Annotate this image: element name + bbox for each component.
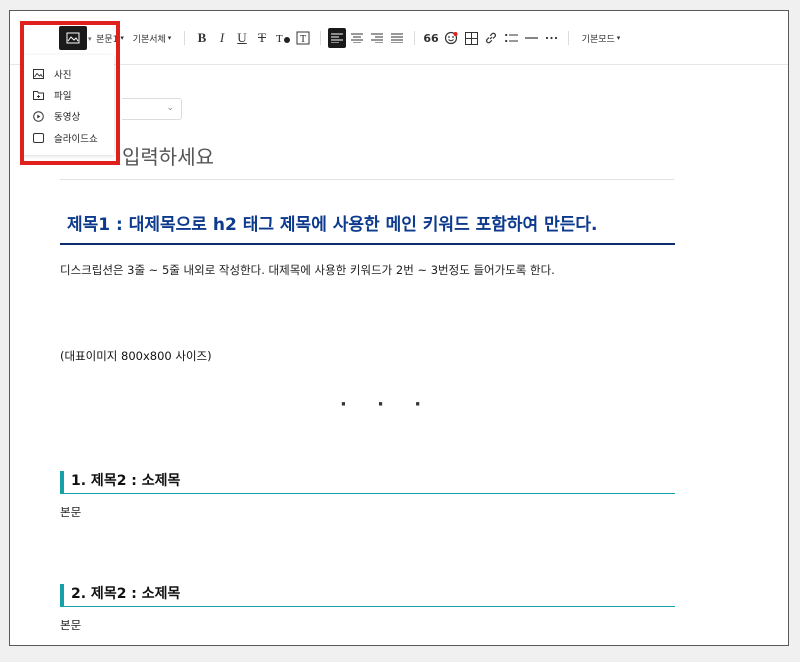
sticker-button[interactable] bbox=[442, 28, 460, 48]
text-color-icon: T bbox=[276, 33, 290, 45]
paragraph-style-label: 본문1 bbox=[96, 34, 119, 45]
link-icon bbox=[486, 32, 496, 44]
chevron-down-icon: ▾ bbox=[167, 34, 172, 42]
font-select[interactable]: 기본서체 ▾ bbox=[128, 28, 176, 48]
align-center-button[interactable] bbox=[348, 28, 366, 48]
insert-image-button[interactable] bbox=[59, 26, 87, 50]
align-right-icon bbox=[371, 33, 383, 43]
mode-label: 기본모드 bbox=[581, 34, 615, 45]
file-icon bbox=[32, 89, 44, 101]
chevron-down-icon[interactable]: ▾ bbox=[88, 35, 92, 43]
align-left-button[interactable] bbox=[328, 28, 346, 48]
menu-item-photo[interactable]: 사진 bbox=[32, 66, 71, 82]
text-color-button[interactable]: T bbox=[274, 28, 292, 48]
bold-button[interactable]: B bbox=[194, 28, 210, 48]
section-body[interactable]: 본문 bbox=[60, 617, 81, 633]
italic-button[interactable]: I bbox=[214, 28, 230, 48]
align-right-button[interactable] bbox=[368, 28, 386, 48]
menu-item-label: 슬라이드쇼 bbox=[54, 134, 98, 145]
menu-item-file[interactable]: 파일 bbox=[32, 87, 71, 103]
title-divider bbox=[60, 179, 674, 180]
more-button[interactable] bbox=[542, 28, 560, 48]
representative-image-note[interactable]: (대표이미지 800x800 사이즈) bbox=[60, 348, 212, 364]
menu-item-label: 동영상 bbox=[54, 112, 81, 123]
h3-heading[interactable]: 1. 제목2 : 소제목 bbox=[60, 471, 675, 494]
chevron-down-icon: ▾ bbox=[616, 34, 621, 42]
align-justify-icon bbox=[391, 33, 403, 43]
menu-item-label: 사진 bbox=[54, 70, 72, 81]
svg-text:T: T bbox=[300, 34, 306, 45]
table-button[interactable] bbox=[462, 28, 480, 48]
chevron-down-icon: ⌄ bbox=[166, 103, 174, 113]
bullet-list-icon bbox=[504, 33, 518, 43]
text-background-icon: T bbox=[296, 31, 310, 45]
menu-item-label: 파일 bbox=[54, 91, 72, 102]
menu-item-slideshow[interactable]: 슬라이드쇼 bbox=[32, 130, 98, 146]
font-label: 기본서체 bbox=[132, 34, 166, 45]
sticker-icon bbox=[444, 31, 458, 45]
align-left-icon bbox=[331, 33, 343, 43]
underline-button[interactable]: U bbox=[234, 28, 250, 48]
slideshow-icon bbox=[32, 132, 44, 144]
toolbar-divider bbox=[414, 31, 415, 45]
align-justify-button[interactable] bbox=[388, 28, 406, 48]
video-icon bbox=[32, 110, 44, 122]
horizontal-line-icon bbox=[524, 37, 538, 39]
svg-text:T: T bbox=[276, 33, 283, 45]
photo-icon bbox=[32, 68, 44, 80]
title-input[interactable]: 입력하세요 bbox=[122, 141, 214, 170]
section-body[interactable]: 본문 bbox=[60, 504, 81, 520]
image-icon bbox=[66, 32, 80, 44]
horizontal-line-button[interactable] bbox=[522, 28, 540, 48]
table-icon bbox=[464, 31, 478, 45]
toolbar-divider bbox=[320, 31, 321, 45]
quote-icon: 66 bbox=[423, 31, 439, 45]
editor-toolbar: ▾ 본문1 ▾ 기본서체 ▾ B I U T T T 66 기본모드 ▾ bbox=[10, 11, 788, 65]
menu-item-video[interactable]: 동영상 bbox=[32, 108, 80, 124]
editor-window: ▾ 본문1 ▾ 기본서체 ▾ B I U T T T 66 기본모드 ▾ ⌄ 입… bbox=[9, 10, 789, 646]
text-background-button[interactable]: T bbox=[294, 28, 312, 48]
description-paragraph[interactable]: 디스크립션은 3줄 ~ 5줄 내외로 작성한다. 대제목에 사용한 키워드가 2… bbox=[60, 262, 555, 278]
separator-dots: · · · bbox=[340, 394, 434, 415]
category-select[interactable]: ⌄ bbox=[122, 98, 182, 120]
quote-button[interactable]: 66 bbox=[422, 28, 440, 48]
more-icon bbox=[545, 36, 557, 40]
toolbar-divider bbox=[184, 31, 185, 45]
align-center-icon bbox=[351, 33, 363, 43]
h2-heading[interactable]: 제목1 : 대제목으로 h2 태그 제목에 사용한 메인 키워드 포함하여 만든… bbox=[60, 211, 675, 245]
toolbar-divider bbox=[568, 31, 569, 45]
bullet-list-button[interactable] bbox=[502, 28, 520, 48]
image-insert-menu: 사진 파일 동영상 슬라이드쇼 bbox=[22, 55, 114, 155]
mode-select[interactable]: 기본모드 ▾ bbox=[578, 28, 624, 48]
strikethrough-button[interactable]: T bbox=[254, 28, 270, 48]
link-button[interactable] bbox=[482, 28, 500, 48]
h3-heading[interactable]: 2. 제목2 : 소제목 bbox=[60, 584, 675, 607]
chevron-down-icon: ▾ bbox=[120, 34, 124, 42]
paragraph-style-select[interactable]: 본문1 ▾ bbox=[92, 28, 128, 48]
